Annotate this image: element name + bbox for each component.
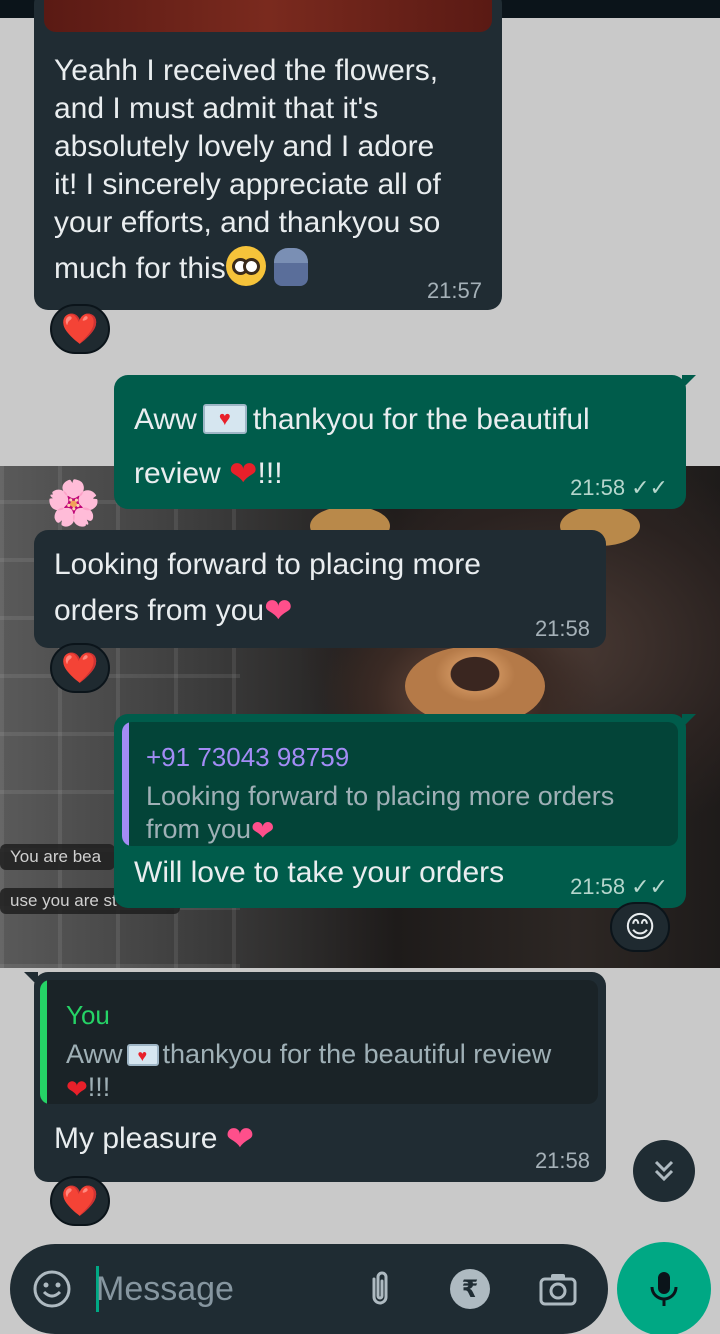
message-input[interactable] bbox=[96, 1264, 336, 1314]
emoji-icon[interactable] bbox=[32, 1269, 72, 1309]
read-ticks-icon: ✓✓ bbox=[631, 874, 668, 899]
message-text: Yeahh I received the flowers, and I must… bbox=[54, 54, 441, 286]
read-ticks-icon: ✓✓ bbox=[631, 475, 668, 500]
mic-icon bbox=[650, 1272, 678, 1306]
quote-sender: +91 73043 98759 bbox=[146, 742, 350, 772]
quoted-message[interactable]: +91 73043 98759 Looking forward to placi… bbox=[122, 722, 678, 846]
message-bubble-incoming[interactable]: Yeahh I received the flowers, and I must… bbox=[34, 0, 502, 310]
pink-heart-emoji: ❤ bbox=[251, 815, 275, 846]
quote-text: Looking forward to placing more orders f… bbox=[146, 781, 615, 846]
reaction-badge[interactable]: ❤️ bbox=[50, 643, 110, 693]
message-text: Will love to take your orders bbox=[134, 856, 505, 889]
quote-text: Awwthankyou for the beautiful review ❤!!… bbox=[66, 1038, 551, 1104]
message-bubble-incoming[interactable]: Looking forward to placing more orders f… bbox=[34, 530, 606, 648]
message-time: 21:58 ✓✓ bbox=[570, 874, 668, 899]
message-bubble-outgoing[interactable]: Awwthankyou for the beautiful review ❤!!… bbox=[114, 375, 696, 509]
love-letter-emoji bbox=[126, 1044, 159, 1069]
camera-icon[interactable] bbox=[538, 1269, 578, 1309]
red-heart-emoji: ❤ bbox=[66, 1074, 88, 1104]
mic-button[interactable] bbox=[617, 1242, 711, 1334]
rupee-icon[interactable]: ₹ bbox=[450, 1269, 490, 1309]
message-time: 21:58 bbox=[534, 1148, 590, 1173]
message-composer: ₹ bbox=[10, 1244, 608, 1334]
pink-heart-emoji: ❤ bbox=[225, 1120, 255, 1158]
scroll-down-button[interactable] bbox=[633, 1140, 695, 1202]
image-preview-strip bbox=[44, 0, 492, 32]
message-time: 21:57 bbox=[426, 278, 482, 303]
message-text: Awwthankyou for the beautiful review ❤!!… bbox=[134, 393, 590, 501]
wallpaper-sticker-text: You are bea bbox=[0, 844, 115, 870]
quote-sender: You bbox=[66, 1000, 110, 1030]
quoted-message[interactable]: You Awwthankyou for the beautiful review… bbox=[40, 980, 598, 1104]
quote-accent-bar bbox=[122, 722, 129, 846]
pink-heart-emoji: ❤ bbox=[264, 592, 293, 630]
scroll-down-icon bbox=[654, 1160, 674, 1182]
reaction-badge[interactable]: 😊 bbox=[610, 902, 670, 952]
message-time: 21:58 bbox=[534, 616, 590, 641]
attach-icon[interactable] bbox=[360, 1269, 400, 1309]
red-heart-emoji: ❤ bbox=[229, 455, 258, 493]
message-bubble-outgoing[interactable]: +91 73043 98759 Looking forward to placi… bbox=[114, 714, 696, 908]
message-bubble-incoming[interactable]: You Awwthankyou for the beautiful review… bbox=[24, 972, 606, 1182]
hug-emoji bbox=[273, 248, 308, 286]
message-text: My pleasure ❤ bbox=[54, 1120, 255, 1158]
love-letter-emoji bbox=[202, 404, 247, 434]
wallpaper-flower: 🌸 bbox=[46, 479, 101, 528]
message-text: Looking forward to placing more orders f… bbox=[54, 548, 481, 630]
message-time: 21:58 ✓✓ bbox=[570, 475, 668, 500]
reaction-badge[interactable]: ❤️ bbox=[50, 1176, 110, 1226]
pleading-face-emoji bbox=[225, 246, 266, 286]
quote-accent-bar bbox=[40, 980, 47, 1104]
reaction-badge[interactable]: ❤️ bbox=[50, 304, 110, 354]
